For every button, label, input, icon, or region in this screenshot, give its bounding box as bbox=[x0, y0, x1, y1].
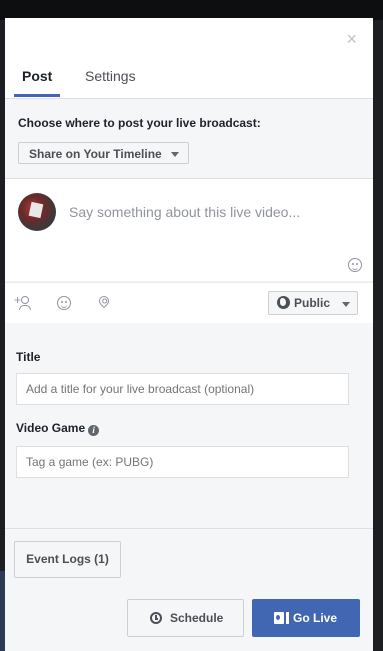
destination-label: Choose where to post your live broadcast… bbox=[18, 116, 261, 130]
schedule-label: Schedule bbox=[170, 611, 224, 625]
composer-input[interactable]: Say something about this live video... bbox=[69, 204, 300, 220]
video-game-label: Video Game i bbox=[16, 421, 100, 436]
chevron-down-icon bbox=[342, 302, 350, 307]
tag-friends-icon[interactable] bbox=[14, 293, 31, 310]
composer[interactable]: Say something about this live video... bbox=[5, 179, 373, 281]
tab-settings[interactable]: Settings bbox=[85, 68, 136, 84]
close-icon[interactable]: × bbox=[346, 30, 357, 48]
schedule-button[interactable]: Schedule bbox=[127, 599, 244, 637]
audience-label: Public bbox=[294, 296, 331, 310]
emoji-icon[interactable] bbox=[348, 258, 362, 272]
feeling-icon[interactable] bbox=[57, 296, 71, 310]
location-pin-icon[interactable] bbox=[96, 293, 112, 309]
info-icon[interactable]: i bbox=[88, 425, 100, 436]
destination-dropdown[interactable]: Share on Your Timeline bbox=[18, 142, 189, 164]
active-tab-indicator bbox=[14, 94, 60, 97]
event-logs-button[interactable]: Event Logs (1) bbox=[14, 541, 121, 578]
live-broadcast-dialog: × Post Settings Choose where to post you… bbox=[5, 18, 373, 651]
dialog-header: × Post Settings bbox=[5, 18, 373, 99]
destination-section: Choose where to post your live broadcast… bbox=[5, 99, 373, 179]
backdrop-top bbox=[0, 0, 383, 20]
live-camera-bar bbox=[286, 612, 289, 624]
chevron-down-icon bbox=[170, 152, 179, 157]
title-label: Title bbox=[16, 350, 41, 364]
video-game-label-text: Video Game bbox=[16, 421, 86, 435]
dialog-footer: Event Logs (1) Schedule Go Live bbox=[5, 528, 373, 651]
destination-selected: Share on Your Timeline bbox=[29, 147, 162, 161]
tab-post[interactable]: Post bbox=[22, 68, 52, 84]
globe-icon bbox=[277, 296, 290, 309]
go-live-label: Go Live bbox=[293, 611, 338, 625]
video-game-input[interactable] bbox=[16, 446, 349, 478]
avatar bbox=[18, 193, 56, 231]
clock-icon bbox=[150, 612, 162, 624]
audience-selector[interactable]: Public bbox=[268, 291, 358, 315]
live-camera-icon bbox=[274, 612, 284, 624]
composer-toolbar: Public bbox=[5, 282, 373, 324]
broadcast-form: Title Video Gamei bbox=[5, 323, 373, 528]
title-input[interactable] bbox=[16, 373, 349, 405]
go-live-button[interactable]: Go Live bbox=[252, 599, 360, 637]
